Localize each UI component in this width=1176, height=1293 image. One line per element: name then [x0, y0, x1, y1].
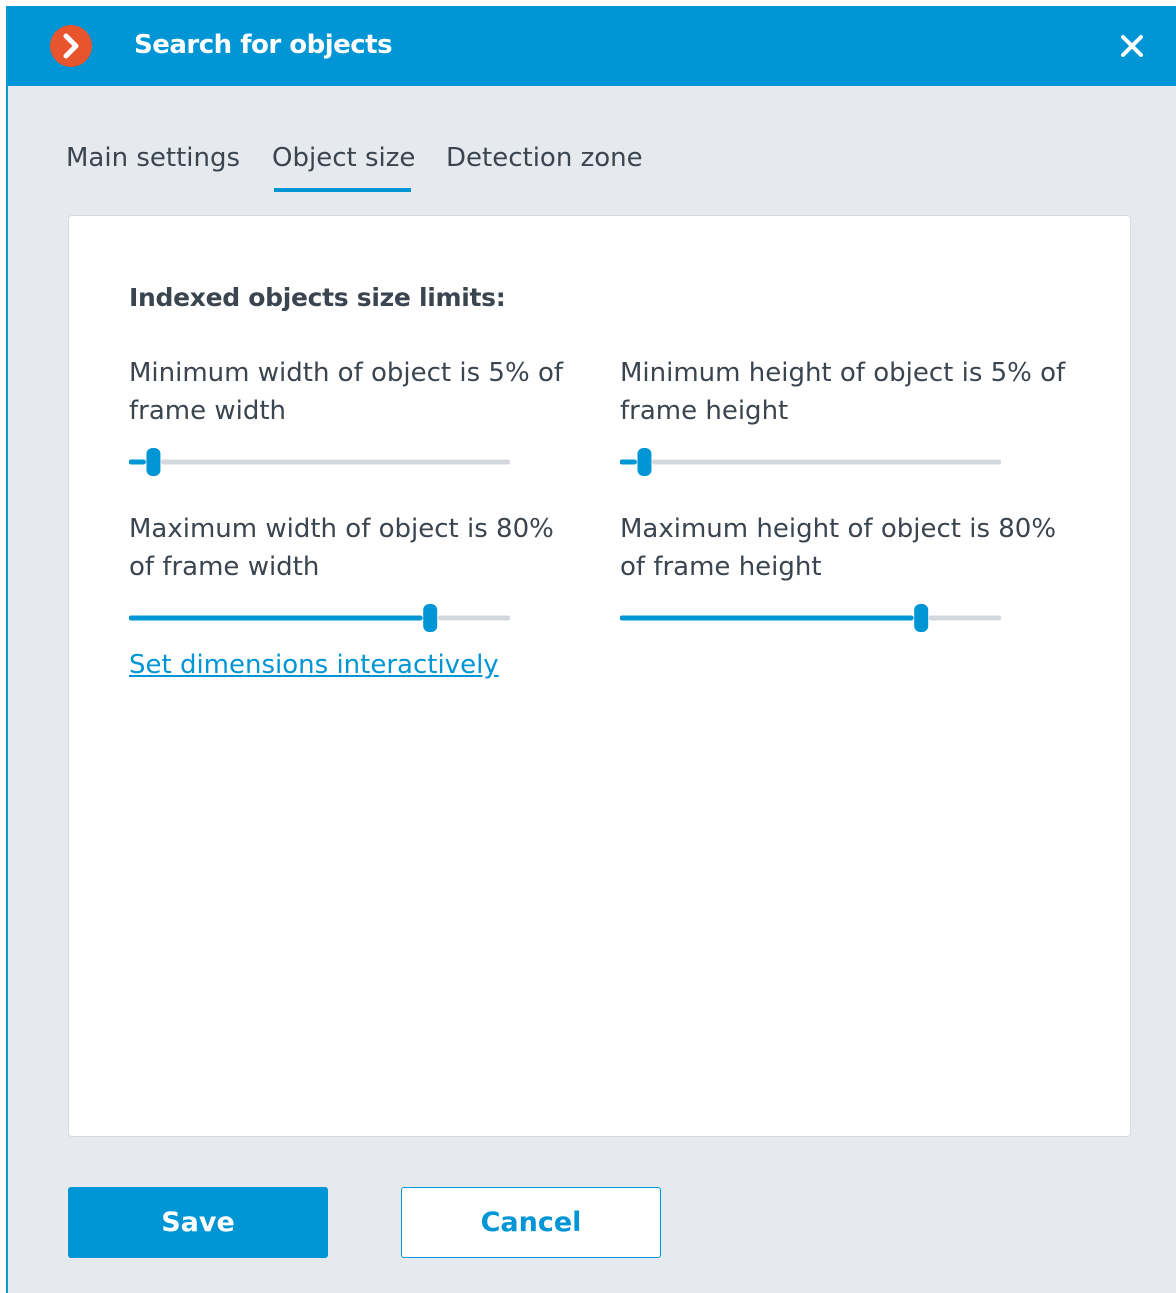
active-tab-indicator — [274, 188, 411, 192]
tab-object-size[interactable]: Object size — [272, 140, 415, 176]
min-width-label: Minimum width of object is 5% of frame w… — [129, 358, 564, 426]
slider-handle — [914, 604, 929, 632]
max-height-label: Maximum height of object is 80% of frame… — [620, 514, 1057, 582]
max-width-label: Maximum width of object is 80% of frame … — [129, 514, 554, 582]
window-title: Search for objects — [134, 30, 393, 60]
chevron-right-icon — [50, 25, 92, 67]
tab-detection-zone[interactable]: Detection zone — [446, 140, 643, 176]
slider-handle — [637, 448, 652, 476]
dialog-window: Search for objects Main settings Object … — [6, 6, 1176, 1293]
save-button[interactable]: Save — [68, 1187, 328, 1258]
min-width-slider[interactable] — [129, 445, 510, 479]
close-icon[interactable] — [1116, 30, 1148, 62]
min-height-label: Minimum height of object is 5% of frame … — [620, 358, 1066, 426]
set-dimensions-link[interactable]: Set dimensions interactively — [129, 647, 499, 683]
min-height-slider[interactable] — [620, 445, 1001, 479]
max-width-slider[interactable] — [129, 601, 510, 635]
slider-handle — [423, 604, 438, 632]
max-height-slider[interactable] — [620, 601, 1001, 635]
section-title: Indexed objects size limits: — [129, 283, 506, 312]
tab-main-settings[interactable]: Main settings — [66, 140, 240, 176]
cancel-button[interactable]: Cancel — [401, 1187, 661, 1258]
title-bar: Search for objects — [8, 6, 1176, 86]
slider-handle — [146, 448, 161, 476]
settings-panel: Indexed objects size limits: Minimum wid… — [68, 215, 1131, 1137]
